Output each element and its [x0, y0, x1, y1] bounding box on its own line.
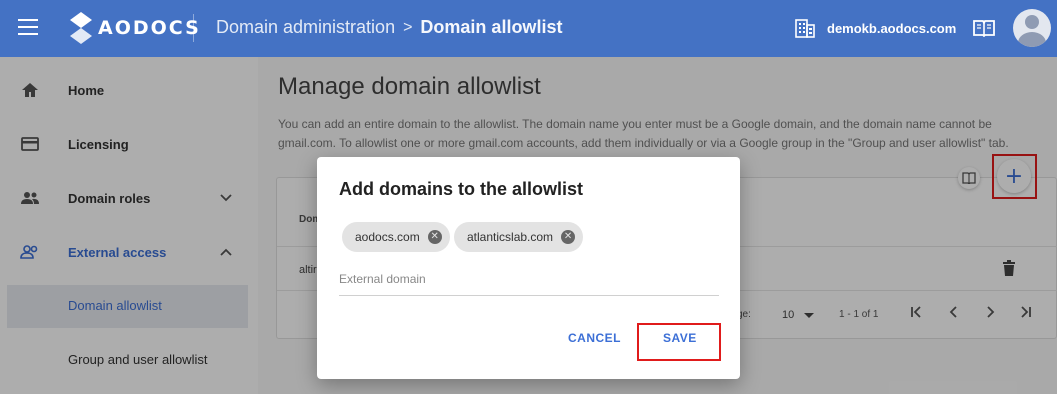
- close-icon[interactable]: ✕: [561, 230, 576, 244]
- breadcrumb: Domain administration > Domain allowlist: [216, 17, 562, 38]
- close-icon[interactable]: ✕: [427, 230, 442, 244]
- breadcrumb-current: Domain allowlist: [420, 17, 563, 37]
- book-icon[interactable]: [973, 19, 995, 37]
- aodocs-logo[interactable]: AODOCS: [70, 12, 201, 44]
- avatar-head: [1025, 15, 1039, 29]
- aodocs-logo-mark: [70, 12, 92, 44]
- building-icon: [795, 19, 815, 38]
- logo-text: AODOCS: [98, 17, 201, 39]
- breadcrumb-parent[interactable]: Domain administration: [216, 17, 395, 38]
- domain-switcher[interactable]: demokb.aodocs.com: [795, 18, 956, 38]
- domain-chip[interactable]: aodocs.com ✕: [342, 222, 450, 252]
- domain-chip[interactable]: atlanticslab.com ✕: [454, 222, 584, 252]
- add-domains-dialog: Add domains to the allowlist aodocs.com …: [317, 157, 740, 379]
- breadcrumb-separator: >: [403, 18, 413, 36]
- avatar[interactable]: [1013, 9, 1051, 47]
- domain-name: demokb.aodocs.com: [827, 20, 957, 36]
- cancel-button[interactable]: CANCEL: [568, 331, 621, 345]
- app-header: AODOCS Domain administration > Domain al…: [0, 0, 1057, 57]
- avatar-body: [1018, 32, 1046, 47]
- chip-label: atlanticslab.com: [467, 230, 554, 244]
- menu-icon[interactable]: [18, 19, 38, 37]
- chip-label: aodocs.com: [355, 230, 420, 244]
- header-divider: [193, 14, 194, 42]
- external-domain-input[interactable]: [339, 262, 719, 296]
- dialog-title: Add domains to the allowlist: [339, 179, 584, 199]
- highlight-box: [637, 323, 721, 361]
